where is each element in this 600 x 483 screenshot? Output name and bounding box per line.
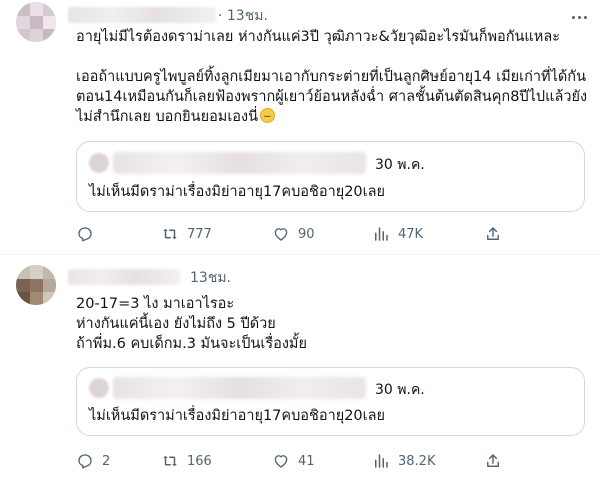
- quoted-author-avatar: [89, 378, 109, 398]
- quoted-tweet-text: ไม่เห็นมีดราม่าเรื่องมิย่าอายุ17คบอชิอาย…: [89, 408, 385, 424]
- quoted-tweet-text: ไม่เห็นมีดราม่าเรื่องมิย่าอายุ17คบอชิอาย…: [89, 184, 385, 200]
- retweet-count: 166: [187, 453, 212, 469]
- tweet-text-line: [76, 47, 587, 67]
- tweet-text-line: ถ้าพี่ม.6 คบเด็กม.3 มันจะเป็นเรื่องมั้ย: [76, 336, 307, 352]
- reply-icon: [78, 454, 92, 469]
- reply-icon: [78, 227, 92, 242]
- tweet-text-line: 20-17=3 ไง มาเอาไรอะ: [76, 296, 235, 312]
- reply-count: 2: [102, 453, 111, 469]
- more-dots-icon[interactable]: [568, 8, 590, 26]
- retweet-button[interactable]: 166: [161, 451, 212, 471]
- like-count: 90: [298, 226, 315, 242]
- quoted-author-name-blurred: [113, 152, 366, 174]
- action-bar: 2 166 41 38.2K: [76, 451, 596, 471]
- tweet-text-line: ห่างกันแค่นี้เอง ยังไม่ถึง 5 ปีด้วย: [76, 316, 276, 332]
- reply-button[interactable]: 2: [76, 451, 110, 471]
- avatar[interactable]: [16, 2, 56, 42]
- tweet-text-line: อายุไม่มีไรต้องดราม่าเลย ห่างกันแค่3ปี ว…: [76, 29, 561, 45]
- heart-icon: [274, 228, 288, 241]
- views-button[interactable]: 38.2K: [372, 451, 435, 471]
- like-button[interactable]: 90: [272, 224, 315, 244]
- relieved-face-emoji: [260, 108, 276, 123]
- quoted-timestamp[interactable]: 30 พ.ค.: [375, 379, 425, 401]
- tweet-text: 20-17=3 ไง มาเอาไรอะ ห่างกันแค่นี้เอง ยั…: [76, 294, 307, 354]
- retweet-icon: [163, 455, 177, 467]
- quoted-author-avatar: [89, 153, 109, 173]
- retweet-icon: [163, 228, 177, 240]
- tweet[interactable]: · 13ชม. อายุไม่มีไรต้องดราม่าเลย ห่างกัน…: [0, 0, 600, 254]
- reply-button[interactable]: [76, 224, 102, 244]
- tweet-text-line: เออถ้าแบบครูไพบูลย์ทิ้งลูกเมียมาเอากับกร…: [76, 69, 586, 85]
- quoted-tweet[interactable]: 30 พ.ค. ไม่เห็นมีดราม่าเรื่องมิย่าอายุ17…: [76, 367, 585, 436]
- author-name-blurred[interactable]: [68, 269, 180, 285]
- quoted-author-name-blurred: [113, 377, 366, 399]
- views-count: 38.2K: [398, 453, 436, 469]
- share-icon: [487, 227, 499, 240]
- retweet-button[interactable]: 777: [161, 224, 212, 244]
- quoted-timestamp[interactable]: 30 พ.ค.: [375, 154, 425, 176]
- tweet[interactable]: 13ชม. 20-17=3 ไง มาเอาไรอะ ห่างกันแค่นี้…: [0, 254, 600, 483]
- views-count: 47K: [398, 226, 424, 242]
- views-button[interactable]: 47K: [372, 224, 423, 244]
- share-button[interactable]: [484, 451, 502, 471]
- timestamp[interactable]: · 13ชม.: [218, 7, 268, 25]
- tweet-text: อายุไม่มีไรต้องดราม่าเลย ห่างกันแค่3ปี ว…: [76, 27, 587, 127]
- like-count: 41: [298, 453, 315, 469]
- like-button[interactable]: 41: [272, 451, 315, 471]
- share-icon: [487, 454, 499, 467]
- views-chart-icon: [375, 454, 388, 468]
- share-button[interactable]: [484, 224, 502, 244]
- timestamp[interactable]: 13ชม.: [190, 269, 231, 287]
- views-chart-icon: [375, 227, 388, 241]
- quoted-tweet[interactable]: 30 พ.ค. ไม่เห็นมีดราม่าเรื่องมิย่าอายุ17…: [76, 141, 585, 212]
- avatar[interactable]: [16, 265, 56, 305]
- retweet-count: 777: [187, 226, 212, 242]
- tweet-text-line: ไม่สำนึกเลย บอกยินยอมเองนี่: [76, 107, 587, 127]
- heart-icon: [274, 455, 288, 468]
- author-name-blurred[interactable]: [68, 7, 216, 23]
- tweet-text-line: ตอน14เหมือนกันก็เลยฟ้องพรากผู้เยาว์ย้อนห…: [76, 89, 588, 105]
- action-bar: 777 90 47K: [76, 224, 596, 244]
